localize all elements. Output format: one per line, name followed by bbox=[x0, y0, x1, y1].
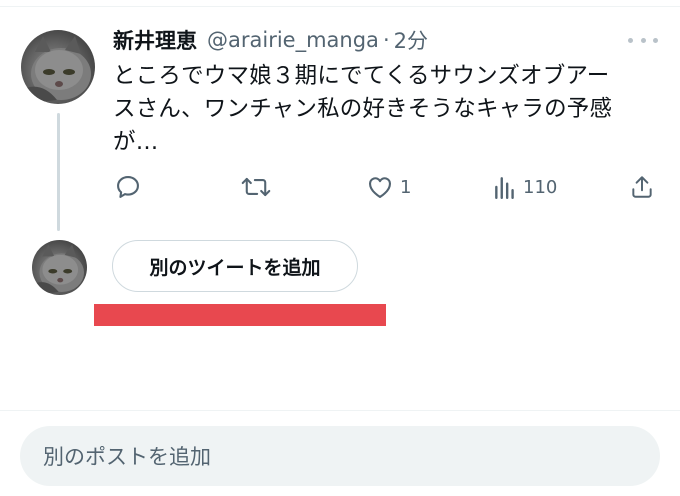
cat-photo-icon bbox=[32, 244, 85, 295]
tweet-text-line: ところでウマ娘３期にでてくるサウンズオブアー bbox=[113, 63, 610, 89]
separator-dot: · bbox=[382, 28, 390, 52]
like-button[interactable]: 1 bbox=[366, 172, 411, 202]
retweet-button[interactable] bbox=[241, 172, 271, 202]
tweet-text-line: が… bbox=[113, 129, 159, 155]
display-name[interactable]: 新井理恵 bbox=[113, 25, 197, 55]
dot bbox=[628, 37, 633, 43]
cat-photo-icon bbox=[21, 36, 91, 104]
user-handle[interactable]: @arairie_manga bbox=[207, 28, 379, 52]
share-button[interactable] bbox=[629, 172, 655, 202]
add-post-placeholder: 別のポストを追加 bbox=[43, 445, 211, 469]
redaction-bar bbox=[94, 304, 386, 326]
dot bbox=[653, 37, 658, 43]
bottom-divider bbox=[0, 410, 680, 411]
tweet-text-line: スさん、ワンチャン私の好きそうなキャラの予感 bbox=[113, 96, 613, 122]
dot bbox=[640, 37, 646, 43]
heart-icon bbox=[369, 177, 391, 198]
tweet-header: 新井理恵 @arairie_manga · 2分 bbox=[113, 24, 428, 56]
avatar[interactable] bbox=[21, 30, 95, 104]
reply-icon bbox=[117, 176, 139, 198]
reply-button[interactable] bbox=[114, 172, 142, 202]
bar-chart-icon bbox=[495, 177, 514, 200]
retweet-icon bbox=[241, 177, 271, 197]
tweet-text: ところでウマ娘３期にでてくるサウンズオブアー スさん、ワンチャン私の好きそうなキ… bbox=[113, 60, 663, 159]
top-divider bbox=[0, 6, 680, 7]
timestamp[interactable]: 2分 bbox=[394, 25, 428, 55]
views-count: 110 bbox=[523, 176, 558, 198]
like-count: 1 bbox=[400, 176, 412, 198]
avatar-small[interactable] bbox=[32, 240, 87, 295]
add-post-input[interactable]: 別のポストを追加 bbox=[20, 426, 660, 486]
share-icon bbox=[632, 176, 652, 198]
add-tweet-button[interactable]: 別のツイートを追加 bbox=[112, 240, 358, 292]
views-button[interactable]: 110 bbox=[493, 172, 557, 202]
more-options-icon[interactable] bbox=[628, 30, 658, 50]
thread-line bbox=[57, 113, 60, 231]
